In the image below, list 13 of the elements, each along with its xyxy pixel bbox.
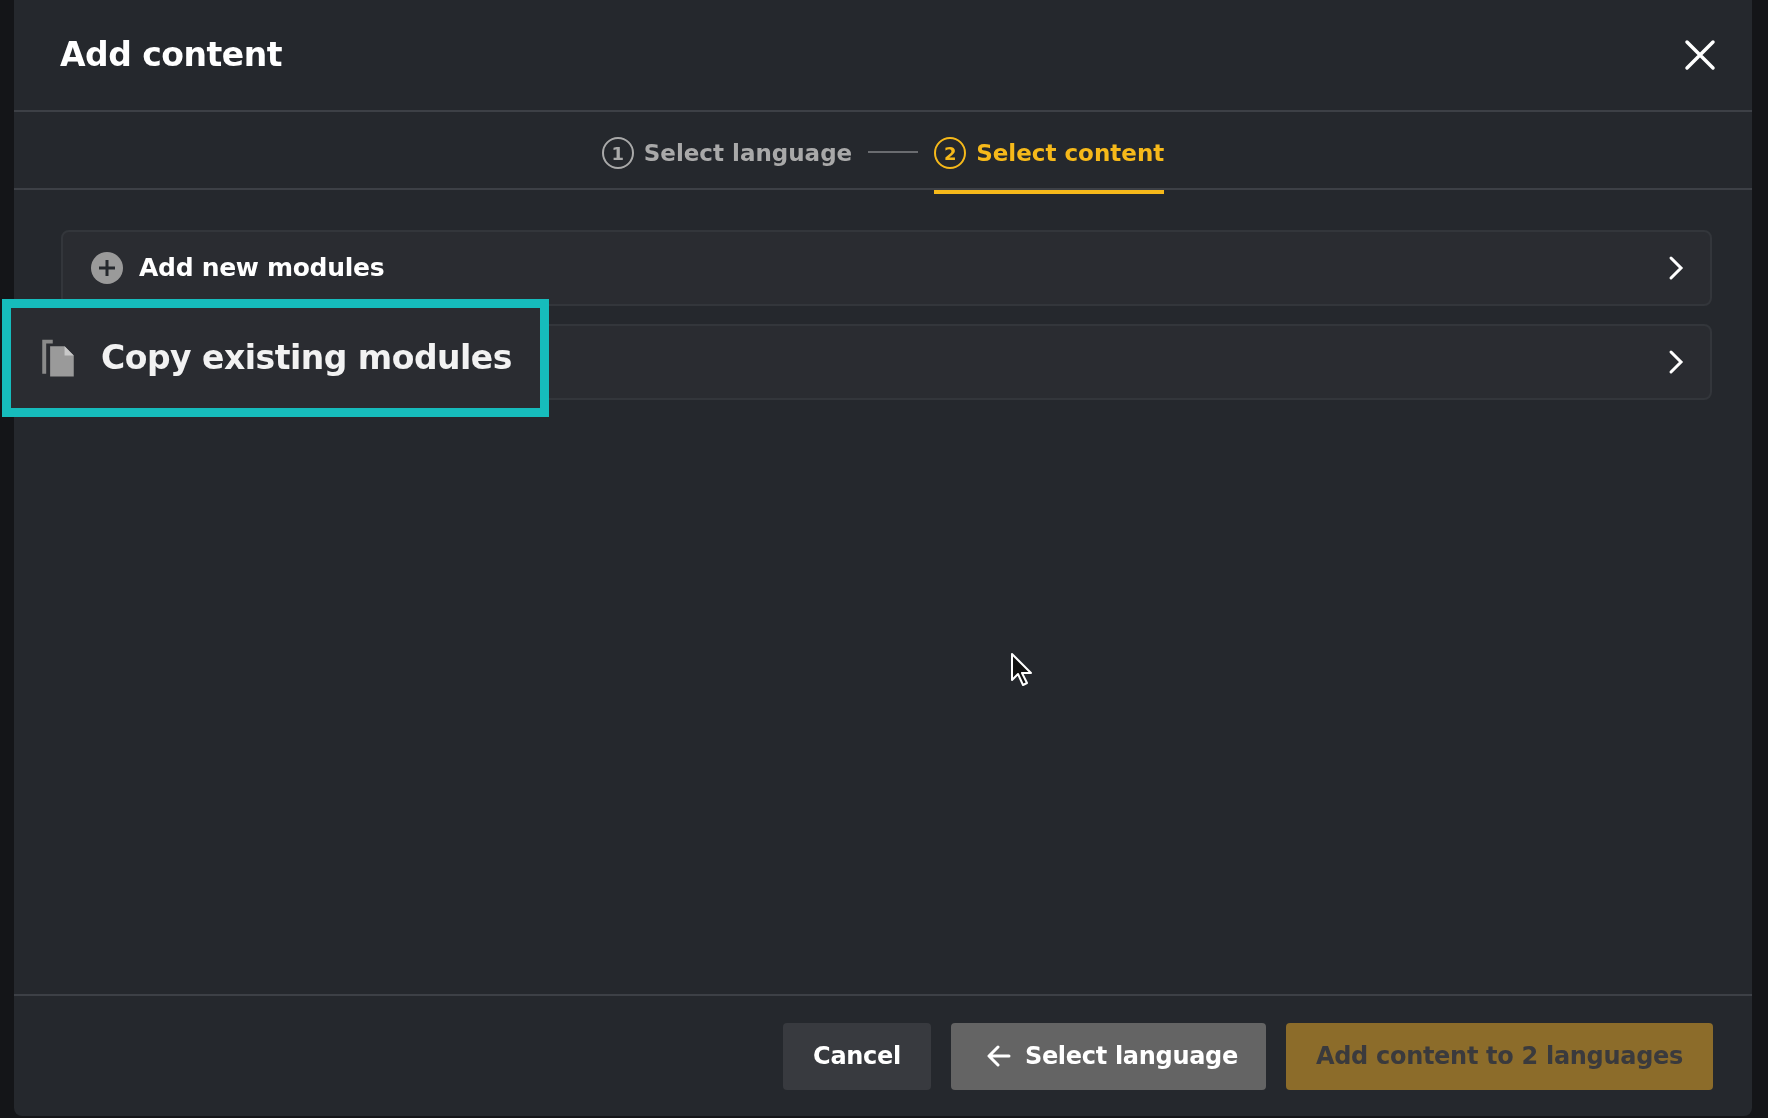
step-tab[interactable]: 1 Select language [601, 116, 853, 194]
cancel-button[interactable]: Cancel [783, 1022, 931, 1090]
close-icon [1684, 39, 1716, 71]
chevron-right-icon [1668, 349, 1684, 375]
option-row[interactable]: Add new modules [61, 230, 1712, 306]
option-label: Copy existing modules [101, 337, 512, 380]
chevron-right-icon [1668, 255, 1684, 281]
option-label: Add new modules [139, 252, 385, 285]
plus-circle-icon [91, 252, 123, 284]
dialog-title: Add content [60, 34, 282, 77]
back-button[interactable]: Select language [950, 1022, 1266, 1090]
step-tab[interactable]: 2 Select content [934, 116, 1165, 194]
arrow-left-icon [986, 1045, 1011, 1067]
